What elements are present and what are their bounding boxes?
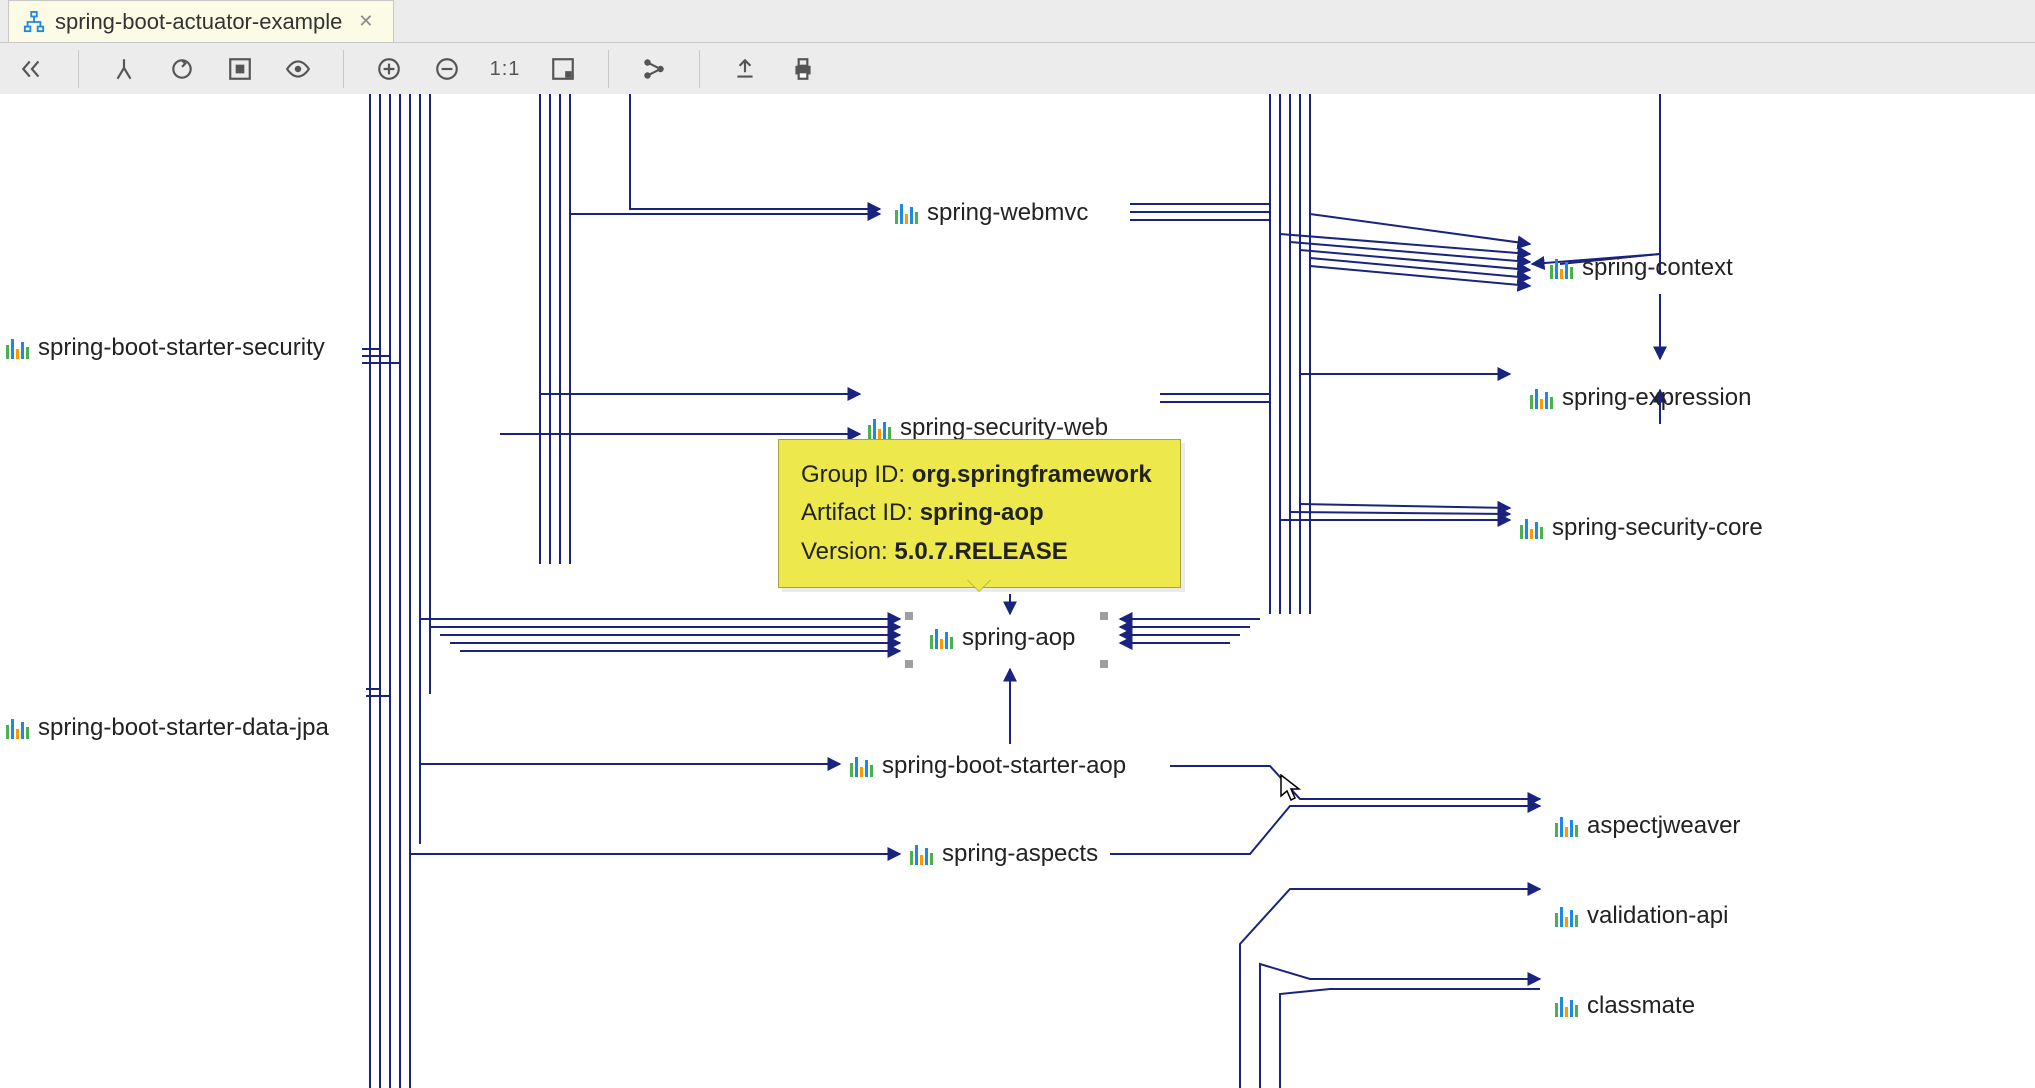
module-icon [868, 417, 892, 439]
tooltip-line-artifact: Artifact ID: spring-aop [801, 494, 1152, 532]
node-spring-boot-starter-aop[interactable]: spring-boot-starter-aop [850, 752, 1126, 780]
diagram-tree-icon [23, 11, 45, 33]
tooltip-version-label: Version: [801, 538, 894, 565]
print-button[interactable] [784, 50, 822, 88]
node-label: spring-security-core [1552, 514, 1763, 542]
selection-handle[interactable] [1100, 612, 1108, 620]
selection-handle[interactable] [905, 612, 913, 620]
node-label: spring-aspects [942, 840, 1098, 868]
node-spring-boot-starter-data-jpa[interactable]: spring-boot-starter-data-jpa [6, 714, 329, 742]
select-all-button[interactable] [221, 50, 259, 88]
fit-content-button[interactable] [544, 50, 582, 88]
node-classmate[interactable]: classmate [1555, 992, 1695, 1020]
tooltip-artifact-value: spring-aop [920, 499, 1044, 526]
node-label: spring-aop [962, 624, 1075, 652]
module-icon [1530, 387, 1554, 409]
tooltip-line-version: Version: 5.0.7.RELEASE [801, 533, 1152, 571]
tooltip-group-value: org.springframework [912, 461, 1152, 488]
node-spring-webmvc[interactable]: spring-webmvc [895, 199, 1088, 227]
node-label: spring-boot-starter-security [38, 334, 325, 362]
node-spring-context[interactable]: spring-context [1550, 254, 1733, 282]
node-spring-aop[interactable]: spring-aop [930, 624, 1075, 652]
actual-size-button[interactable]: 1:1 [486, 50, 524, 88]
selection-handle[interactable] [905, 660, 913, 668]
module-icon [910, 843, 934, 865]
dependency-tooltip: Group ID: org.springframework Artifact I… [778, 439, 1181, 588]
tooltip-version-value: 5.0.7.RELEASE [894, 538, 1067, 565]
node-spring-security-core[interactable]: spring-security-core [1520, 514, 1763, 542]
export-button[interactable] [726, 50, 764, 88]
module-icon [1555, 995, 1579, 1017]
node-label: classmate [1587, 992, 1695, 1020]
node-label: spring-boot-starter-data-jpa [38, 714, 329, 742]
toolbar: 1:1 [0, 43, 2035, 96]
node-label: spring-security-web [900, 414, 1108, 442]
module-icon [6, 717, 30, 739]
divider [699, 50, 700, 88]
divider [343, 50, 344, 88]
node-label: spring-context [1582, 254, 1733, 282]
show-visibility-button[interactable] [279, 50, 317, 88]
node-label: spring-expression [1562, 384, 1751, 412]
node-label: aspectjweaver [1587, 812, 1740, 840]
tab-diagram[interactable]: spring-boot-actuator-example ✕ [8, 0, 394, 42]
show-root-button[interactable] [105, 50, 143, 88]
tooltip-group-label: Group ID: [801, 461, 912, 488]
node-spring-expression[interactable]: spring-expression [1530, 384, 1751, 412]
node-spring-boot-starter-security[interactable]: spring-boot-starter-security [6, 334, 325, 362]
node-label: spring-boot-starter-aop [882, 752, 1126, 780]
node-spring-aspects[interactable]: spring-aspects [910, 840, 1098, 868]
node-spring-security-web[interactable]: spring-security-web [868, 414, 1108, 442]
diagram-canvas[interactable]: spring-webmvc spring-boot-starter-securi… [0, 94, 2035, 1088]
module-icon [1520, 517, 1544, 539]
divider [608, 50, 609, 88]
tooltip-artifact-label: Artifact ID: [801, 499, 920, 526]
refresh-layout-button[interactable] [163, 50, 201, 88]
selection-handle[interactable] [1100, 660, 1108, 668]
close-icon[interactable]: ✕ [358, 11, 373, 32]
zoom-in-button[interactable] [370, 50, 408, 88]
zoom-out-button[interactable] [428, 50, 466, 88]
module-icon [1555, 815, 1579, 837]
diagram-edges [0, 94, 2035, 1088]
node-label: validation-api [1587, 902, 1728, 930]
layout-button[interactable] [635, 50, 673, 88]
module-icon [895, 202, 919, 224]
module-icon [1555, 905, 1579, 927]
ratio-label: 1:1 [490, 58, 521, 81]
node-validation-api[interactable]: validation-api [1555, 902, 1728, 930]
tooltip-line-group: Group ID: org.springframework [801, 456, 1152, 494]
module-icon [1550, 257, 1574, 279]
collapse-panel-button[interactable] [14, 50, 52, 88]
module-icon [6, 337, 30, 359]
node-label: spring-webmvc [927, 199, 1088, 227]
divider [78, 50, 79, 88]
module-icon [930, 627, 954, 649]
tab-bar: spring-boot-actuator-example ✕ [0, 0, 2035, 43]
node-aspectjweaver[interactable]: aspectjweaver [1555, 812, 1740, 840]
tab-title: spring-boot-actuator-example [55, 9, 342, 35]
module-icon [850, 755, 874, 777]
